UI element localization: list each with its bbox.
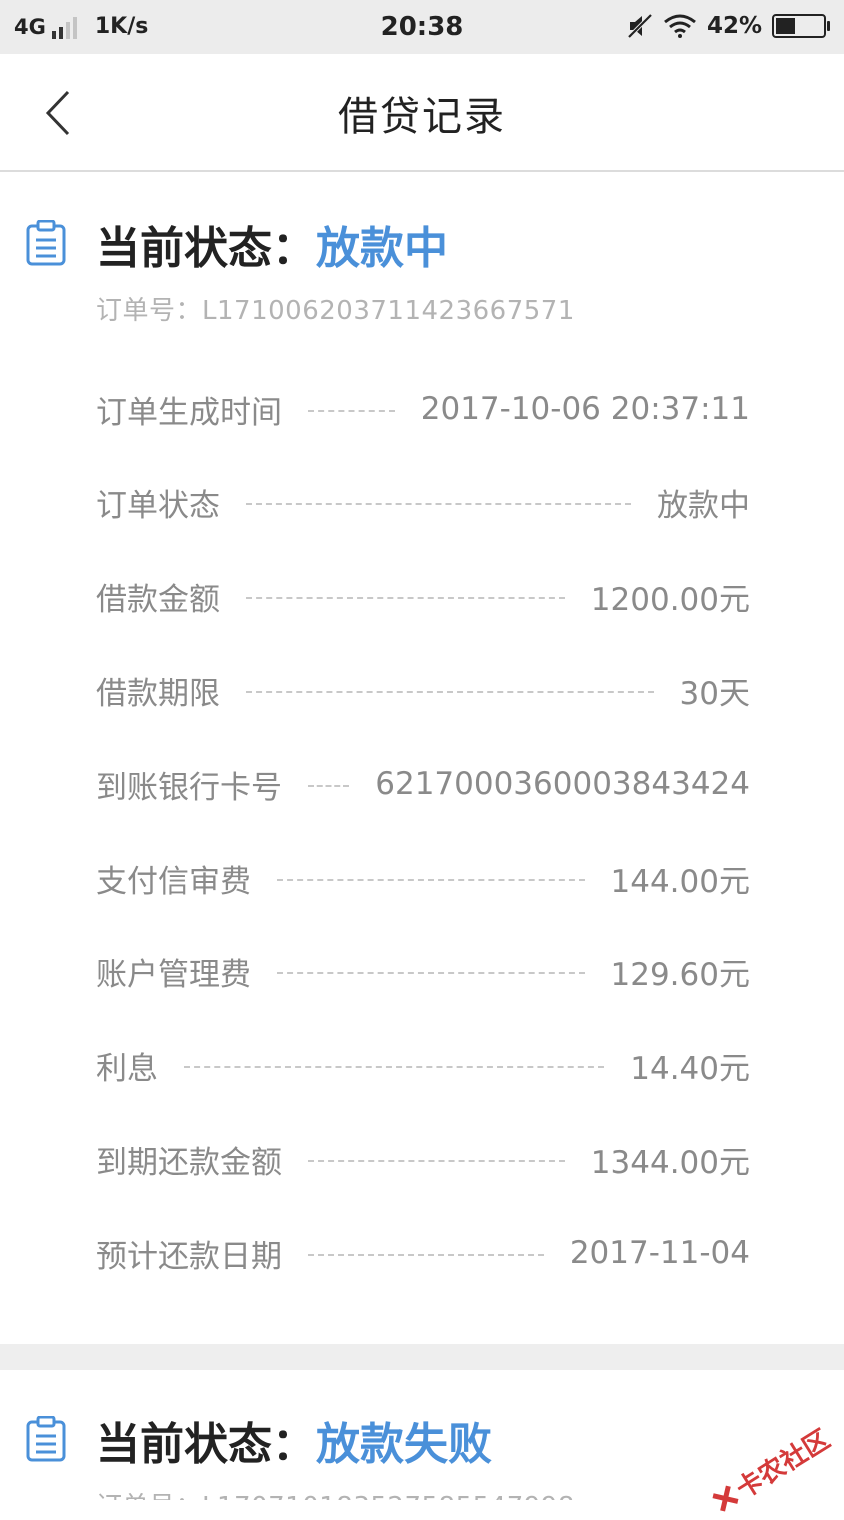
row-label: 预计还款日期 — [96, 1238, 282, 1275]
order-number: 订单号：L171006203711423667571 — [96, 296, 575, 326]
row-value: 放款中 — [657, 487, 750, 524]
row-value: 14.40元 — [630, 1050, 750, 1087]
row-value: 129.60元 — [610, 956, 750, 993]
dashed-divider — [246, 691, 654, 693]
row-label: 订单生成时间 — [96, 394, 282, 431]
detail-row-created-time: 订单生成时间 2017-10-06 20:37:11 — [96, 384, 750, 434]
detail-row-interest: 利息 14.40元 — [96, 1040, 750, 1090]
detail-row-order-status: 订单状态 放款中 — [96, 477, 750, 527]
row-value: 30天 — [679, 675, 750, 712]
loan-record-card[interactable]: 当前状态：放款中 订单号：L171006203711423667571 订单生成… — [0, 172, 844, 1344]
dashed-divider — [246, 597, 565, 599]
row-label: 到账银行卡号 — [96, 769, 282, 806]
row-value: 1344.00元 — [590, 1144, 750, 1181]
nav-bar: 借贷记录 — [0, 54, 844, 172]
dashed-divider — [308, 1254, 544, 1256]
dashed-divider — [308, 785, 350, 787]
detail-row-repay-amount: 到期还款金额 1344.00元 — [96, 1134, 750, 1184]
page-title: 借贷记录 — [338, 94, 506, 140]
detail-row-loan-amount: 借款金额 1200.00元 — [96, 571, 750, 621]
row-value: 2017-11-04 — [569, 1235, 750, 1271]
clipboard-icon — [26, 220, 66, 266]
dashed-divider — [277, 879, 585, 881]
battery-icon — [772, 14, 830, 38]
status-label: 当前状态： — [96, 223, 316, 274]
row-value: 144.00元 — [610, 863, 750, 900]
current-status: 当前状态：放款失败 — [96, 1408, 492, 1472]
row-value: 1200.00元 — [590, 581, 750, 618]
current-status: 当前状态：放款中 — [96, 212, 448, 276]
detail-row-account-fee: 账户管理费 129.60元 — [96, 946, 750, 996]
wifi-icon — [664, 14, 696, 38]
status-value: 放款失败 — [316, 1419, 492, 1470]
row-label: 支付信审费 — [96, 863, 251, 900]
detail-row-review-fee: 支付信审费 144.00元 — [96, 853, 750, 903]
card-separator — [0, 1344, 844, 1370]
row-label: 利息 — [96, 1050, 158, 1087]
row-label: 借款金额 — [96, 581, 220, 618]
dashed-divider — [277, 972, 585, 974]
row-value: 2017-10-06 20:37:11 — [420, 391, 750, 427]
detail-row-bank-card: 到账银行卡号 6217000360003843424 — [96, 759, 750, 809]
row-value: 6217000360003843424 — [375, 766, 750, 802]
order-number: 订单号：L170710183527585547998 — [96, 1486, 575, 1500]
dashed-divider — [308, 1160, 565, 1162]
dashed-divider — [184, 1066, 605, 1068]
battery-percent: 42% — [706, 13, 762, 39]
row-label: 账户管理费 — [96, 956, 251, 993]
dashed-divider — [308, 410, 395, 412]
status-right: 42% — [627, 13, 830, 39]
status-bar: 4G 1K/s 20:38 42% — [0, 0, 844, 54]
dashed-divider — [246, 503, 631, 505]
row-label: 借款期限 — [96, 675, 220, 712]
status-value: 放款中 — [316, 223, 448, 274]
detail-row-repay-date: 预计还款日期 2017-11-04 — [96, 1228, 750, 1278]
clipboard-icon — [26, 1416, 66, 1462]
row-label: 订单状态 — [96, 487, 220, 524]
mute-icon — [627, 14, 653, 38]
row-label: 到期还款金额 — [96, 1144, 282, 1181]
detail-row-loan-term: 借款期限 30天 — [96, 665, 750, 715]
battery-fill — [776, 18, 795, 34]
status-label: 当前状态： — [96, 1419, 316, 1470]
